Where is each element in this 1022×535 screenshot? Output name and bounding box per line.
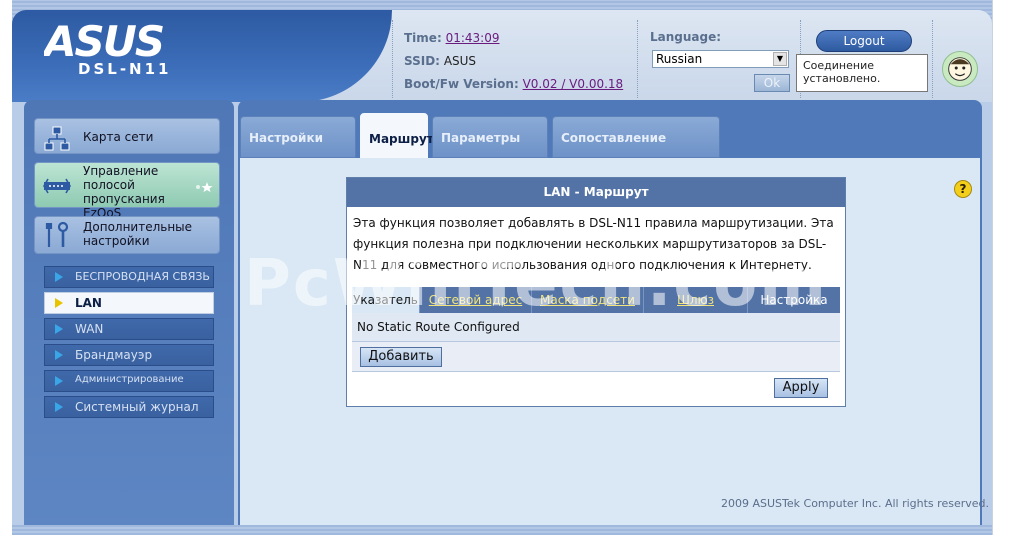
wrench-icon — [45, 221, 69, 247]
sidebar-subitem-firewall[interactable]: Брандмауэр — [44, 344, 214, 366]
column-header-network[interactable]: Сетевой адрес — [420, 287, 532, 313]
logout-button[interactable]: Logout — [816, 30, 912, 52]
sidebar-subitem-wan[interactable]: WAN — [44, 318, 214, 340]
time-row: Time: 01:43:09 — [404, 30, 623, 53]
table-row-empty: No Static Route Configured — [352, 313, 840, 342]
firmware-label: Boot/Fw Version: — [404, 77, 519, 91]
panel-description: Эта функция позволяет добавлять в DSL-N1… — [353, 216, 834, 272]
sidebar-subitem-label: LAN — [75, 296, 102, 310]
language-select[interactable]: Russian ▼ — [652, 50, 789, 68]
sidebar-subitem-system-log[interactable]: Системный журнал — [44, 396, 214, 418]
play-arrow-icon — [55, 272, 63, 282]
router-ui: ASUS DSL-N11 Time: 01:43:09 SSID: ASUS B… — [12, 10, 992, 525]
sidebar-item-ezqos[interactable]: Управление полосой пропускания EzQoS — [34, 162, 220, 220]
firmware-link[interactable]: V0.02 / V0.00.18 — [523, 77, 624, 91]
main-area: Настройки LAN Маршрут Параметры RIP Сопо… — [238, 100, 982, 525]
ssid-row: SSID: ASUS — [404, 53, 623, 76]
sidebar-item-network-map[interactable]: Карта сети — [34, 118, 220, 154]
content-area: ? LAN - Маршрут Эта функция позволяет до… — [240, 158, 980, 525]
apply-row: Apply — [352, 372, 840, 404]
sidebar-subitem-label: Администрирование — [75, 374, 184, 385]
time-link[interactable]: 01:43:09 — [446, 31, 500, 45]
star-icon — [196, 182, 213, 192]
logo-block: ASUS DSL-N11 — [12, 10, 392, 102]
sidebar-subitem-lan[interactable]: LAN — [44, 292, 214, 314]
sidebar: Карта сети Управление полосой пропускани… — [24, 100, 234, 525]
help-icon[interactable]: ? — [954, 180, 972, 198]
tab-bar: Настройки LAN Маршрут Параметры RIP Сопо… — [238, 113, 982, 187]
play-arrow-icon — [55, 298, 63, 308]
sidebar-subitem-wireless[interactable]: БЕСПРОВОДНАЯ СВЯЗЬ — [44, 266, 214, 288]
add-button[interactable]: Добавить — [360, 347, 442, 367]
table-header: Указатель Сетевой адрес Маска подсети Шл… — [352, 287, 840, 313]
footer-copyright: 2009 ASUSTek Computer Inc. All rights re… — [721, 497, 989, 510]
column-header-gateway[interactable]: Шлюз — [644, 287, 748, 313]
sidebar-subitem-label: Системный журнал — [75, 400, 199, 414]
separator — [392, 20, 393, 98]
play-arrow-icon — [55, 350, 63, 360]
connection-status: Соединение установлено. — [796, 54, 928, 92]
play-arrow-icon — [55, 324, 63, 334]
model-name: DSL-N11 — [78, 60, 172, 78]
ssid-label: SSID: — [404, 54, 440, 68]
sidebar-subitem-label: БЕСПРОВОДНАЯ СВЯЗЬ — [75, 270, 210, 283]
language-selected: Russian — [656, 52, 703, 66]
tab-port-mapping[interactable]: Сопоставление портов — [552, 116, 720, 187]
column-header-setting: Настройка — [760, 293, 828, 307]
route-table: Указатель Сетевой адрес Маска подсети Шл… — [352, 287, 840, 404]
sidebar-item-label: Управление полосой пропускания EzQoS — [83, 164, 165, 220]
route-panel: LAN - Маршрут Эта функция позволяет доба… — [346, 177, 846, 407]
sidebar-subitem-administration[interactable]: Администрирование — [44, 370, 214, 392]
language-ok-button[interactable]: Ok — [754, 74, 790, 92]
panel-title: LAN - Маршрут — [347, 178, 845, 207]
sidebar-item-label: Карта сети — [83, 130, 154, 144]
firmware-row: Boot/Fw Version: V0.02 / V0.00.18 — [404, 76, 623, 99]
language-label-wrap: Language: — [650, 30, 721, 44]
separator — [932, 20, 933, 98]
left-frame — [0, 0, 12, 535]
sidebar-subitem-label: WAN — [75, 322, 104, 336]
right-scroll-area — [992, 0, 1022, 535]
column-header-index: Указатель — [352, 287, 420, 313]
separator — [637, 20, 638, 98]
asus-logo: ASUS — [44, 18, 165, 64]
play-arrow-icon — [55, 376, 63, 386]
bandwidth-icon — [43, 178, 71, 194]
column-header-mask[interactable]: Маска подсети — [532, 287, 644, 313]
network-map-icon — [44, 126, 70, 151]
sidebar-subitem-label: Брандмауэр — [75, 348, 153, 362]
router-info: Time: 01:43:09 SSID: ASUS Boot/Fw Versio… — [404, 30, 623, 99]
add-row: Добавить — [352, 342, 840, 372]
svg-text:ASUS: ASUS — [44, 18, 163, 64]
tab-lan-settings[interactable]: Настройки LAN — [240, 116, 356, 187]
time-label: Time: — [404, 31, 442, 45]
play-arrow-icon — [55, 402, 63, 412]
sidebar-item-label: Дополнительные настройки — [83, 220, 193, 248]
language-label: Language: — [650, 30, 722, 44]
tab-route[interactable]: Маршрут — [360, 113, 434, 161]
sidebar-item-advanced[interactable]: Дополнительные настройки — [34, 216, 220, 254]
status-avatar-icon — [942, 51, 978, 87]
apply-button[interactable]: Apply — [774, 378, 828, 398]
dropdown-arrow-icon[interactable]: ▼ — [773, 52, 787, 66]
tab-rip-params[interactable]: Параметры RIP — [432, 116, 548, 187]
header: ASUS DSL-N11 Time: 01:43:09 SSID: ASUS B… — [12, 10, 992, 102]
ssid-value: ASUS — [443, 54, 477, 68]
